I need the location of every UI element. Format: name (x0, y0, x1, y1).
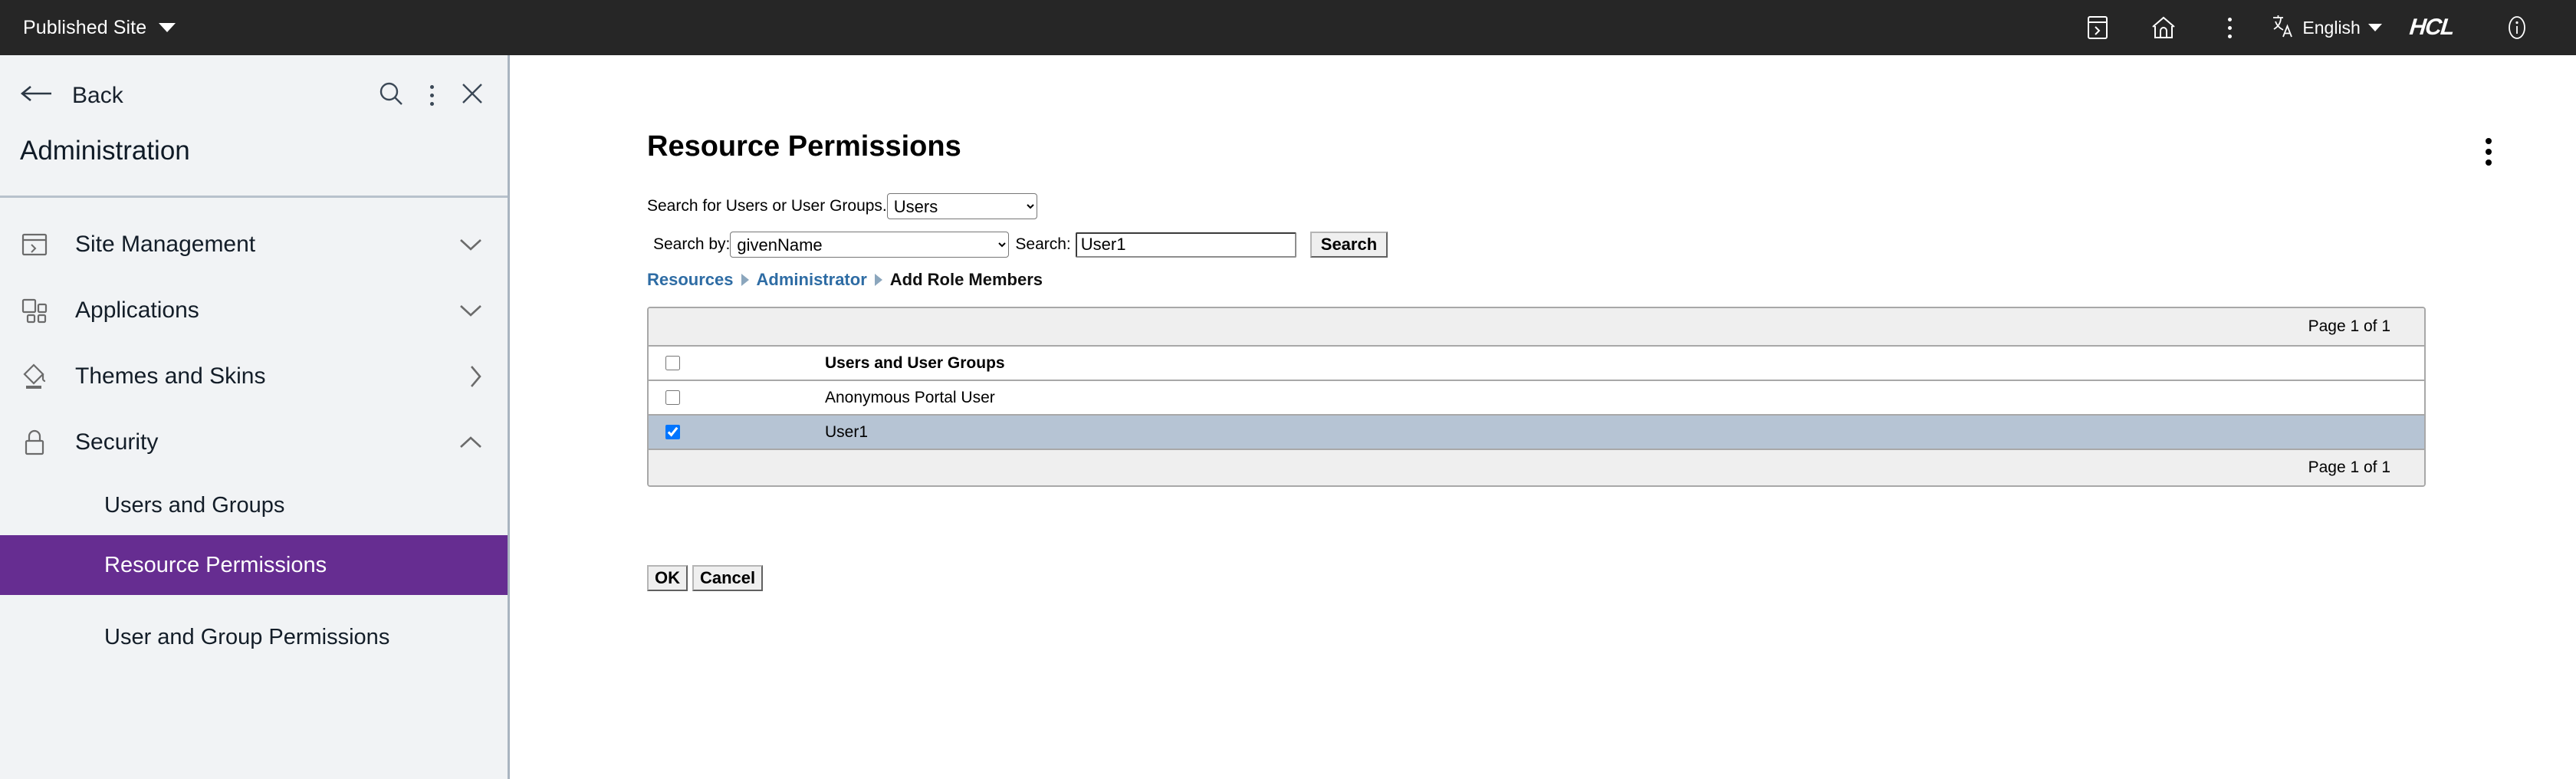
sidebar-item-label: Themes and Skins (75, 363, 265, 390)
select-all-checkbox[interactable] (665, 356, 680, 370)
info-circle-icon[interactable] (2484, 0, 2550, 55)
chevron-down-icon[interactable] (458, 303, 483, 318)
hcl-logo: HCL (2400, 15, 2486, 41)
main-header: Resource Permissions (512, 55, 2576, 166)
table-pagination-bottom: Page 1 of 1 (649, 449, 2424, 485)
search-form: Search for Users or User Groups. Users S… (512, 166, 2576, 290)
sidebar-item-label: Security (75, 429, 158, 455)
chevron-right-icon[interactable] (468, 364, 483, 389)
home-icon[interactable] (2131, 0, 2196, 55)
chevron-down-icon[interactable] (458, 237, 483, 252)
sidebar-tool-icons (378, 81, 485, 110)
top-header-bar: Published Site (0, 0, 2576, 55)
panel-right-icon[interactable] (2065, 0, 2131, 55)
search-term-label: Search: (1015, 235, 1070, 254)
admin-sidebar: Back Administration (0, 55, 510, 779)
row-checkbox-anonymous-portal-user[interactable] (665, 390, 680, 405)
caret-down-icon (159, 23, 176, 32)
sidebar-subitem-user-and-group-permissions[interactable]: User and Group Permissions (0, 595, 508, 679)
kebab-dots (2486, 138, 2492, 166)
search-scope-row: Search for Users or User Groups. Users (647, 193, 2576, 219)
paint-bucket-icon (20, 362, 75, 391)
portlet-kebab-menu-icon[interactable] (2486, 130, 2492, 166)
site-window-icon (20, 230, 75, 259)
search-icon[interactable] (378, 81, 404, 110)
sidebar-item-label: Site Management (75, 232, 255, 258)
row-label: User1 (696, 423, 1041, 442)
row-checkbox-user1[interactable] (665, 425, 680, 439)
caret-down-icon (2368, 24, 2382, 31)
search-button[interactable]: Search (1310, 232, 1388, 258)
sidebar-subitem-resource-permissions[interactable]: Resource Permissions (0, 535, 508, 595)
ok-button[interactable]: OK (647, 565, 688, 591)
sidebar-item-label: Applications (75, 297, 199, 324)
sidebar-subitem-label: Resource Permissions (104, 553, 327, 578)
sidebar-item-applications[interactable]: Applications (0, 278, 508, 343)
table-pagination-top: Page 1 of 1 (649, 308, 2424, 345)
form-actions: OK Cancel (647, 565, 2576, 591)
sidebar-subitem-label: User and Group Permissions (104, 623, 389, 651)
sidebar-toolbar: Back (0, 55, 508, 136)
language-selector[interactable]: English (2262, 13, 2401, 43)
search-input[interactable] (1076, 232, 1296, 258)
sidebar-navigation: Site Management Applications (0, 198, 508, 679)
back-label: Back (72, 83, 123, 109)
cancel-button[interactable]: Cancel (692, 565, 763, 591)
search-by-label: Search by: (653, 235, 730, 254)
language-label: English (2302, 18, 2360, 38)
sidebar-subitem-label: Users and Groups (104, 493, 284, 518)
sidebar-item-site-management[interactable]: Site Management (0, 212, 508, 278)
top-kebab-menu-icon[interactable] (2196, 0, 2262, 55)
row-checkbox-cell (649, 390, 696, 405)
results-table: Page 1 of 1 Users and User Groups Anonym… (647, 307, 2426, 487)
kebab-dots (2228, 18, 2232, 38)
kebab-dots (430, 85, 434, 106)
sidebar-subitem-users-and-groups[interactable]: Users and Groups (0, 475, 508, 535)
row-label: Anonymous Portal User (696, 389, 1041, 407)
main-content: Resource Permissions Search for Users or… (512, 55, 2576, 779)
sidebar-item-themes-and-skins[interactable]: Themes and Skins (0, 343, 508, 409)
sidebar-title: Administration (0, 136, 508, 193)
chevron-up-icon[interactable] (458, 435, 483, 450)
search-by-select[interactable]: givenName (730, 232, 1009, 258)
search-scope-label: Search for Users or User Groups. (647, 197, 887, 215)
breadcrumb-separator-icon (875, 274, 882, 286)
table-row[interactable]: User1 (649, 414, 2424, 449)
site-selector[interactable]: Published Site (0, 17, 176, 39)
lock-icon (20, 428, 75, 457)
breadcrumb: Resources Administrator Add Role Members (647, 270, 2576, 290)
back-button[interactable]: Back (20, 83, 123, 109)
breadcrumb-item-resources[interactable]: Resources (647, 270, 734, 290)
page-indicator: Page 1 of 1 (2308, 317, 2390, 336)
column-header-users-and-user-groups: Users and User Groups (696, 354, 1041, 373)
translate-icon (2270, 13, 2295, 43)
row-checkbox-cell (649, 356, 696, 370)
top-header-actions: English HCL (2065, 0, 2576, 55)
breadcrumb-separator-icon (741, 274, 749, 286)
site-selector-label: Published Site (23, 17, 146, 39)
arrow-left-icon (20, 84, 54, 107)
page-title: Resource Permissions (647, 130, 961, 163)
search-criteria-row: Search by: givenName Search: Search (647, 232, 2576, 258)
breadcrumb-item-administrator[interactable]: Administrator (757, 270, 867, 290)
close-icon[interactable] (460, 81, 485, 110)
apps-grid-icon (20, 296, 75, 325)
table-row[interactable]: Anonymous Portal User (649, 380, 2424, 414)
row-checkbox-cell (649, 425, 696, 439)
table-row[interactable]: Users and User Groups (649, 345, 2424, 380)
page-indicator: Page 1 of 1 (2308, 459, 2390, 477)
sidebar-item-security[interactable]: Security (0, 409, 508, 475)
breadcrumb-item-add-role-members: Add Role Members (890, 270, 1043, 290)
search-scope-select[interactable]: Users (887, 193, 1037, 219)
sidebar-kebab-menu-icon[interactable] (430, 85, 434, 106)
